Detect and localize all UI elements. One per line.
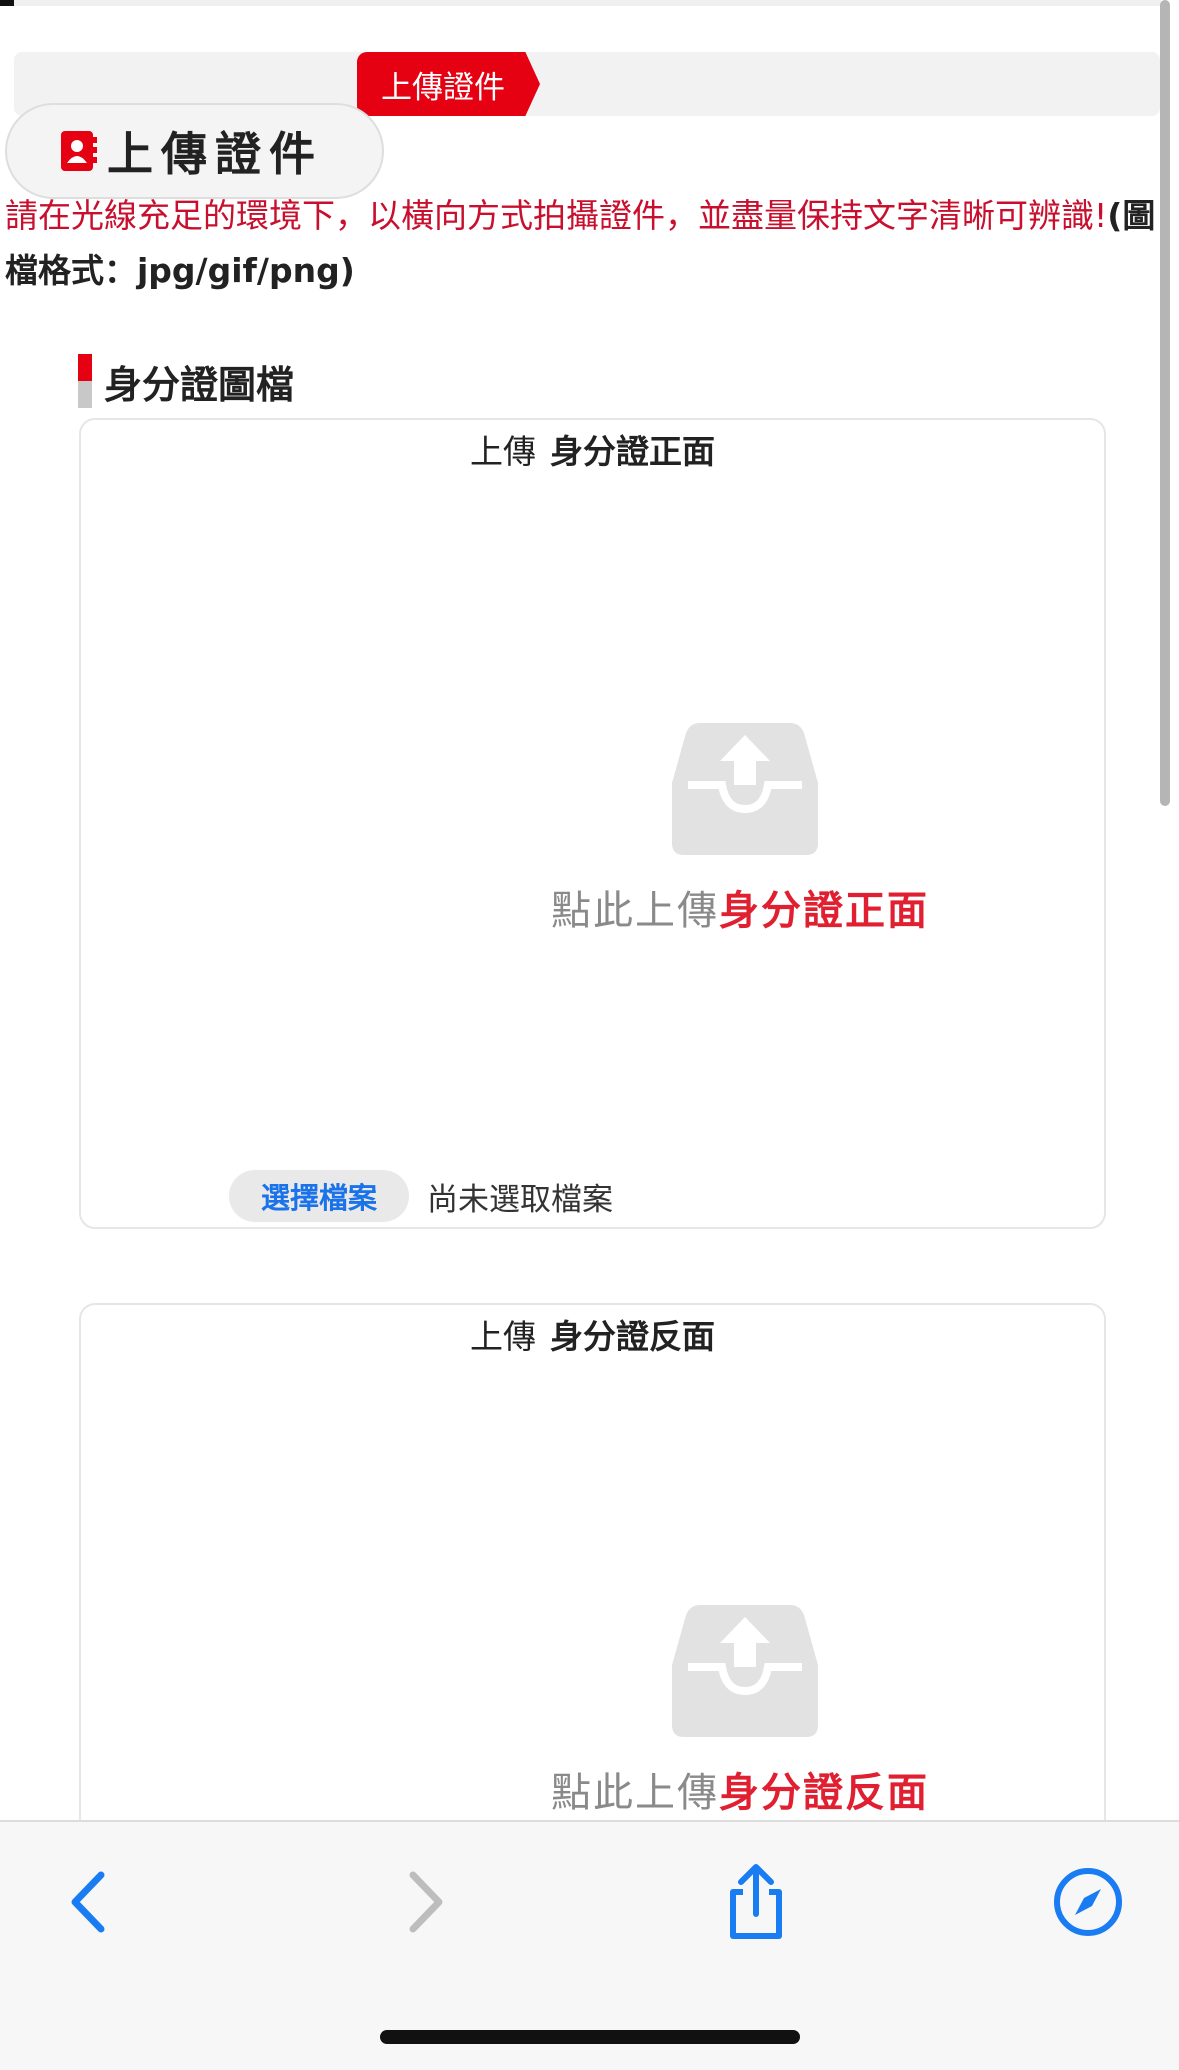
section-title: 身分證圖檔: [78, 354, 294, 408]
upload-card-back: 上傳 身分證反面 點此上傳身分證反面: [79, 1303, 1106, 1903]
tap-highlight: 身分證正面: [719, 888, 929, 934]
upload-notice: 請在光線充足的環境下，以橫向方式拍攝證件，並盡量保持文字清晰可辨識!(圖檔格式：…: [5, 188, 1160, 298]
tap-prefix: 點此上傳: [551, 888, 719, 934]
scrollbar[interactable]: [1160, 0, 1170, 806]
page-top-border: [0, 0, 1161, 6]
card-head-prefix: 上傳: [470, 432, 536, 471]
file-input-row: 選擇檔案 尚未選取檔案: [229, 1170, 613, 1222]
back-icon[interactable]: [48, 1862, 128, 1942]
section-marker: [78, 354, 92, 408]
step-ribbon: 上傳證件: [357, 52, 540, 116]
tap-prefix: 點此上傳: [551, 1770, 719, 1816]
compass-icon[interactable]: [1048, 1862, 1128, 1942]
tap-to-upload-back[interactable]: 點此上傳身分證反面: [551, 1760, 929, 1818]
tap-to-upload-front[interactable]: 點此上傳身分證正面: [551, 878, 929, 936]
card-head: 上傳 身分證正面: [81, 420, 1104, 478]
forward-icon[interactable]: [386, 1862, 466, 1942]
card-head-prefix: 上傳: [470, 1317, 536, 1356]
notice-warning-text: 請在光線充足的環境下，以橫向方式拍攝證件，並盡量保持文字清晰可辨識!: [5, 196, 1108, 235]
home-indicator: [380, 2030, 800, 2044]
page-title: 上傳證件: [107, 127, 323, 181]
tap-highlight: 身分證反面: [719, 1770, 929, 1816]
card-head-bold: 身分證正面: [550, 432, 715, 471]
page-title-pill: 上傳證件: [5, 103, 384, 199]
card-head-bold: 身分證反面: [550, 1317, 715, 1356]
choose-file-button[interactable]: 選擇檔案: [229, 1170, 410, 1222]
upload-tray-icon[interactable]: [670, 713, 820, 857]
upload-card-front: 上傳 身分證正面 點此上傳身分證正面 選擇檔案 尚未選取檔案: [79, 418, 1106, 1229]
section-title-text: 身分證圖檔: [104, 362, 295, 407]
id-card-icon: [59, 129, 99, 173]
card-head: 上傳 身分證反面: [81, 1305, 1104, 1363]
upload-tray-icon[interactable]: [670, 1595, 820, 1739]
file-status: 尚未選取檔案: [427, 1181, 614, 1218]
share-icon[interactable]: [716, 1862, 796, 1942]
